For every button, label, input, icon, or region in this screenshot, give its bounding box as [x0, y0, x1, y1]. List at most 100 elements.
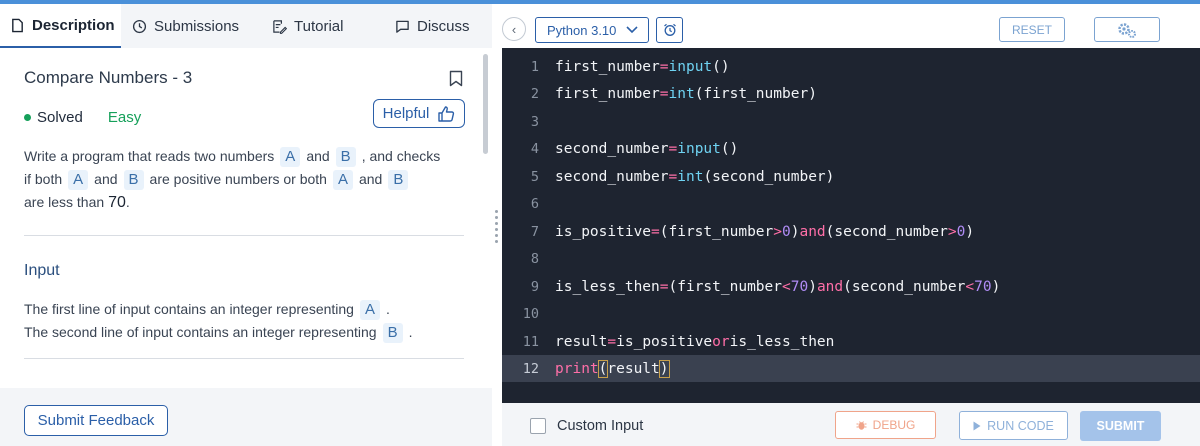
code-token: = [607, 333, 617, 350]
debug-button[interactable]: DEBUG [835, 411, 936, 439]
code-token: = [659, 278, 669, 295]
code-token: < [782, 278, 791, 295]
statement-text-2: , and checks [361, 148, 441, 164]
code-line-7[interactable]: 7 is_positive = (first_number > 0) and (s… [502, 218, 1200, 245]
var-a-chip: A [359, 300, 380, 320]
code-line-8[interactable]: 8 [502, 245, 1200, 272]
helpful-label: Helpful [382, 105, 430, 122]
code-token: () [712, 58, 730, 75]
submit-button[interactable]: SUBMIT [1080, 411, 1161, 441]
code-token: > [947, 223, 957, 240]
tab-tutorial[interactable]: Tutorial [272, 4, 343, 48]
line-number: 9 [530, 278, 539, 295]
code-token: ) [790, 223, 800, 240]
code-token: print [555, 360, 599, 377]
tab-submissions-label: Submissions [154, 17, 240, 35]
code-token: (second_number) [703, 168, 835, 185]
code-token: int [677, 168, 704, 185]
var-b-chip: B [123, 170, 144, 190]
problem-title: Compare Numbers - 3 [24, 68, 193, 87]
code-token: second_number [555, 140, 669, 157]
line-number: 2 [530, 85, 539, 102]
code-line-6[interactable]: 6 [502, 190, 1200, 217]
bug-icon [856, 420, 867, 430]
problem-footer: Submit Feedback [0, 388, 492, 446]
code-line-3[interactable]: 3 [502, 108, 1200, 135]
code-token: input [668, 58, 713, 75]
input-line-1: The first line of input contains an inte… [24, 301, 354, 317]
code-token: > [773, 223, 782, 240]
tab-submissions[interactable]: Submissions [132, 4, 239, 48]
code-token: int [668, 85, 695, 102]
statement-text-4: are positive numbers or both [149, 171, 327, 187]
debug-label: DEBUG [872, 418, 916, 432]
code-line-12[interactable]: 12 print(result) [502, 355, 1200, 382]
code-line-2[interactable]: 2 first_number = int (first_number) [502, 80, 1200, 107]
code-line-4[interactable]: 4 second_number = input() [502, 135, 1200, 162]
code-token: (second_number [843, 278, 966, 295]
statement-text-1: Write a program that reads two numbers [24, 148, 275, 164]
code-token: < [965, 278, 975, 295]
run-code-button[interactable]: RUN CODE [959, 411, 1068, 440]
code-token: ( [597, 359, 609, 378]
line-number: 3 [530, 113, 539, 130]
tab-tutorial-label: Tutorial [294, 17, 344, 35]
helpful-button[interactable]: Helpful [373, 99, 465, 128]
problem-panel: Description Submissions Tutorial Discuss… [0, 4, 492, 446]
code-line-11[interactable]: 11 result = is_positive or is_less_then [502, 328, 1200, 355]
line-number: 5 [530, 168, 539, 185]
code-token: input [677, 140, 721, 157]
code-token: (first_number [668, 278, 783, 295]
tab-description-label: Description [32, 16, 115, 34]
limit-value: 70 [108, 194, 126, 211]
code-token: is_less_then [555, 278, 660, 295]
file-icon [12, 18, 23, 32]
code-token: (first_number [659, 223, 774, 240]
difficulty-badge: Easy [107, 109, 142, 126]
code-token: first_number [555, 58, 660, 75]
code-line-1[interactable]: 1 first_number = input() [502, 53, 1200, 80]
run-code-label: RUN CODE [987, 418, 1054, 433]
code-line-9[interactable]: 9 is_less_then = (first_number < 70 ) and… [502, 273, 1200, 300]
edit-icon [273, 19, 287, 34]
var-a-chip: A [68, 170, 89, 190]
chevron-left-icon[interactable]: ‹ [502, 17, 526, 41]
line-number: 6 [530, 195, 539, 212]
code-token: second_number [555, 168, 669, 185]
code-line-10[interactable]: 10 [502, 300, 1200, 327]
editor-footer: Custom Input DEBUG RUN CODE SUBMIT [502, 403, 1200, 446]
statement-text-3: if both [24, 171, 63, 187]
code-line-5[interactable]: 5 second_number = int (second_number) [502, 163, 1200, 190]
alarm-clock-icon [663, 23, 676, 36]
thumbs-up-icon [438, 105, 455, 122]
code-token: = [668, 140, 678, 157]
code-token: is_positive [555, 223, 652, 240]
code-editor[interactable]: 1 first_number = input() 2 first_number = … [502, 48, 1200, 403]
code-token: = [668, 168, 678, 185]
code-token: result [555, 333, 608, 350]
problem-statement: Write a program that reads two numbers Aa… [24, 145, 469, 214]
submit-feedback-button[interactable]: Submit Feedback [24, 405, 168, 436]
tab-description[interactable]: Description [0, 4, 121, 48]
tab-discuss[interactable]: Discuss [395, 4, 470, 48]
chevron-down-icon [626, 26, 638, 34]
var-b-chip: B [388, 170, 409, 190]
var-a-chip: A [332, 170, 353, 190]
code-token: 0 [956, 223, 966, 240]
code-token: 70 [790, 278, 809, 295]
language-select[interactable]: Python 3.10 [535, 17, 649, 43]
alarm-button[interactable] [656, 17, 683, 43]
code-token: ) [658, 359, 670, 378]
bookmark-icon[interactable] [449, 70, 463, 87]
resize-handle[interactable] [495, 210, 499, 246]
custom-input-checkbox[interactable] [530, 418, 546, 434]
settings-button[interactable] [1094, 17, 1160, 42]
code-token: first_number [555, 85, 660, 102]
problem-scrollbar[interactable] [483, 54, 488, 154]
divider [24, 358, 464, 359]
reset-button[interactable]: RESET [999, 17, 1065, 42]
line-number: 7 [530, 223, 539, 240]
line-number: 11 [522, 333, 539, 350]
statement-and-1: and [306, 148, 330, 164]
code-token: (second_number [825, 223, 948, 240]
